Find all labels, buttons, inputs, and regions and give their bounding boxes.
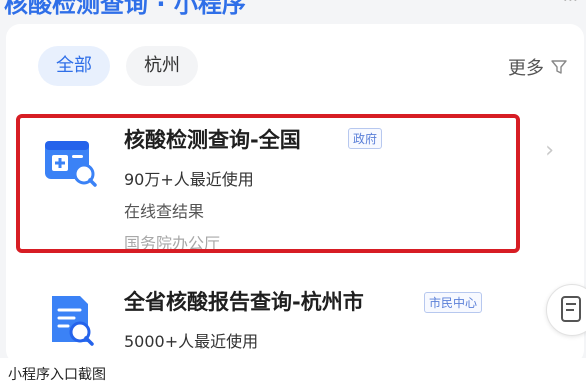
image-caption: 小程序入口截图 bbox=[8, 367, 106, 383]
top-right-text[interactable]: ... bbox=[563, 0, 578, 5]
filter-chip-all[interactable]: 全部 bbox=[38, 46, 110, 86]
hospital-card-search-icon bbox=[45, 141, 97, 187]
result-item-hangzhou[interactable]: 全省核酸报告查询-杭州市 市民中心 5000+人最近使用 bbox=[14, 280, 576, 358]
filter-chip-hangzhou[interactable]: 杭州 bbox=[126, 46, 198, 86]
result-title: 全省核酸报告查询-杭州市 bbox=[124, 290, 364, 314]
results-card: 全部 杭州 更多 核酸检测查询-全国 政府 90万+人最近使用 在线查结果 国务… bbox=[6, 24, 584, 358]
filter-bar: 全部 杭州 更多 bbox=[6, 24, 584, 94]
floating-action-button[interactable] bbox=[546, 284, 586, 336]
more-filter-button[interactable]: 更多 bbox=[508, 54, 568, 80]
phone-screen: 核酸检测查询 · 小程序 ... 全部 杭州 更多 bbox=[0, 0, 586, 358]
result-item-national[interactable]: 核酸检测查询-全国 政府 90万+人最近使用 在线查结果 国务院办公厅 › bbox=[14, 116, 576, 254]
result-description: 在线查结果 bbox=[124, 202, 205, 221]
citizen-center-tag: 市民中心 bbox=[424, 292, 483, 313]
top-bar: 核酸检测查询 · 小程序 ... bbox=[0, 0, 586, 18]
chevron-right-icon[interactable]: › bbox=[545, 138, 554, 163]
result-title: 核酸检测查询-全国 bbox=[124, 128, 301, 152]
report-search-icon bbox=[52, 296, 94, 346]
usage-count: 5000+人最近使用 bbox=[124, 332, 259, 351]
more-filter-label: 更多 bbox=[508, 58, 544, 79]
organization-name: 国务院办公厅 bbox=[124, 234, 221, 253]
usage-count: 90万+人最近使用 bbox=[124, 170, 254, 189]
page-title: 核酸检测查询 · 小程序 bbox=[4, 0, 246, 18]
document-edit-icon bbox=[561, 296, 581, 322]
filter-icon bbox=[551, 60, 567, 74]
gov-tag: 政府 bbox=[348, 128, 383, 149]
